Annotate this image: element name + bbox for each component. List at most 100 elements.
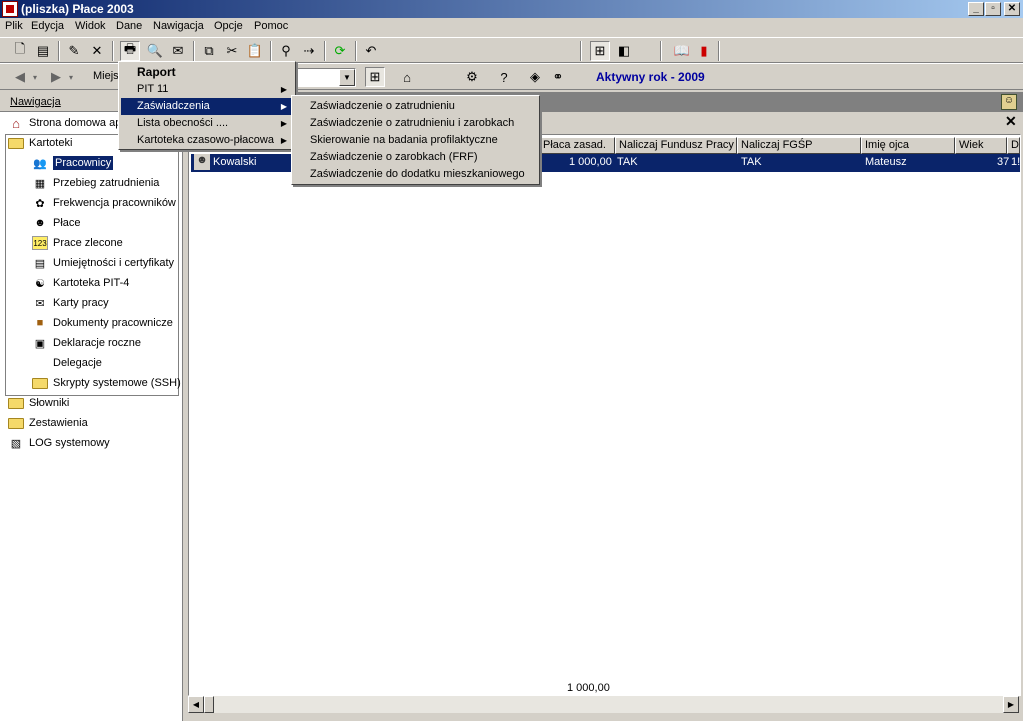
home-icon[interactable]: ⌂	[397, 67, 417, 87]
nav-item-label: Deklaracje roczne	[53, 337, 142, 349]
back-icon[interactable]: ◀	[10, 67, 30, 87]
location-combo[interactable]: ▼	[292, 68, 356, 87]
exit-icon[interactable]: ▮	[694, 41, 714, 61]
certificate-icon: ▤	[34, 257, 46, 270]
column-header[interactable]: Płaca zasad.	[539, 137, 615, 154]
nav-item-zestawienia[interactable]: Zestawienia	[8, 414, 88, 432]
nav-item-slowniki[interactable]: Słowniki	[8, 394, 69, 412]
nav-item-log[interactable]: ▧ LOG systemowy	[8, 434, 110, 452]
scroll-right-icon[interactable]: ▶	[1003, 696, 1019, 713]
print-preview-icon[interactable]: 🔍	[145, 41, 165, 61]
menu-nawigacja[interactable]: Nawigacja	[153, 20, 204, 32]
menu-edycja[interactable]: Edycja	[31, 20, 64, 32]
column-header[interactable]: Wiek	[955, 137, 1007, 154]
link-icon[interactable]: ⚭	[548, 67, 568, 87]
menu-dane[interactable]: Dane	[116, 20, 142, 32]
nav-item-frekwencja[interactable]: ✿ Frekwencja pracowników	[32, 194, 176, 212]
nav-item-kartoteki[interactable]: Kartoteki	[8, 134, 72, 152]
submenu-item-zatrudnienie[interactable]: Zaświadczenie o zatrudnieniu	[294, 98, 537, 115]
cell-fp: TAK	[617, 156, 638, 168]
submenu-item-zatrudnienie-zarobki[interactable]: Zaświadczenie o zatrudnieniu i zarobkach	[294, 115, 537, 132]
panel-icon[interactable]: ◧	[614, 41, 634, 61]
find-icon[interactable]: ⚲	[276, 41, 296, 61]
menu-item-zaswiadczenia[interactable]: Zaświadczenia ▶	[121, 98, 293, 115]
scroll-thumb[interactable]	[204, 696, 214, 713]
declaration-icon: ▣	[34, 337, 46, 350]
nav-item-label: Dokumenty pracownicze	[53, 317, 173, 329]
menu-pomoc[interactable]: Pomoc	[254, 20, 288, 32]
submenu-item-dodatek-mieszkaniowy[interactable]: Zaświadczenie do dodatku mieszkaniowego	[294, 166, 537, 183]
tree-view-icon[interactable]: ⊞	[365, 67, 385, 87]
chevron-down-icon[interactable]: ▼	[339, 69, 355, 86]
column-header[interactable]: Naliczaj FGŚP	[737, 137, 861, 154]
cell-father-name: Mateusz	[865, 156, 907, 168]
nav-item-label: Kartoteka PIT-4	[53, 277, 130, 289]
nav-item-dokumenty[interactable]: ■ Dokumenty pracownicze	[32, 314, 173, 332]
tree-view-icon[interactable]: ⊞	[590, 41, 610, 61]
mail-icon[interactable]: ✉	[168, 41, 188, 61]
copy-icon[interactable]: ⧉	[199, 41, 219, 61]
nav-item-deklaracje[interactable]: ▣ Deklaracje roczne	[32, 334, 141, 352]
print-icon[interactable]: 🖶	[120, 41, 140, 61]
home-icon: ⌂	[12, 115, 20, 131]
forward-dropdown-icon[interactable]: ▾	[66, 67, 76, 87]
close-panel-icon[interactable]: ✕	[1005, 113, 1017, 130]
nav-item-home[interactable]: ⌂ Strona domowa ap	[8, 114, 121, 132]
blank-icon	[32, 356, 48, 370]
cell-salary: 1 000,00	[569, 156, 612, 168]
nav-item-prace-zlecone[interactable]: 123 Prace zlecone	[32, 234, 123, 252]
menu-item-kartoteka-czasowa[interactable]: Kartoteka czasowo-płacowa ▶	[121, 132, 293, 149]
nav-item-skrypty[interactable]: Skrypty systemowe (SSH)	[32, 374, 181, 392]
edit-icon[interactable]: ✎	[64, 41, 84, 61]
column-header[interactable]: Imię ojca	[861, 137, 955, 154]
scroll-left-icon[interactable]: ◀	[188, 696, 204, 713]
forward-icon[interactable]: ▶	[46, 67, 66, 87]
nav-item-label: Słowniki	[29, 397, 70, 409]
column-header[interactable]: Naliczaj Fundusz Pracy	[615, 137, 737, 154]
submenu-item-zarobki-frf[interactable]: Zaświadczenie o zarobkach (FRF)	[294, 149, 537, 166]
properties-icon[interactable]: ▤	[33, 41, 53, 61]
new-document-icon[interactable]: 🗋	[10, 41, 30, 61]
menu-item-pit11[interactable]: PIT 11 ▶	[121, 81, 293, 98]
cut-icon[interactable]: ✂	[222, 41, 242, 61]
find-next-icon[interactable]: ⇢	[299, 41, 319, 61]
main-toolbar: 🗋 ▤ ✎ ✕ 🖶 🔍 ✉ ⧉ ✂ 📋 ⚲ ⇢ ⟳ ↶ ⊞ ◧ 📖 ▮	[0, 37, 1023, 63]
menu-widok[interactable]: Widok	[75, 20, 106, 32]
horizontal-scrollbar[interactable]: ◀ ▶	[188, 696, 1019, 713]
refresh-icon[interactable]: ⟳	[330, 41, 350, 61]
menu-item-lista-obecnosci[interactable]: Lista obecności .... ▶	[121, 115, 293, 132]
toolbar-separator	[58, 41, 60, 61]
nav-item-label: Kartoteki	[29, 137, 73, 149]
nav-item-pracownicy[interactable]: 👥 Pracownicy	[32, 154, 114, 172]
book-icon[interactable]: 📖	[672, 41, 692, 61]
menu-opcje[interactable]: Opcje	[214, 20, 243, 32]
undo-icon[interactable]: ↶	[361, 41, 381, 61]
minimize-button[interactable]: _	[968, 2, 984, 16]
nav-item-place[interactable]: ☻ Płace	[32, 214, 81, 232]
tag-icon[interactable]: ◈	[525, 67, 545, 87]
maximize-button[interactable]: ▫	[985, 2, 1001, 16]
log-icon: ▧	[10, 437, 22, 450]
back-dropdown-icon[interactable]: ▾	[30, 67, 40, 87]
nav-item-label: LOG systemowy	[29, 437, 110, 449]
nav-item-pit4[interactable]: ☯ Kartoteka PIT-4	[32, 274, 129, 292]
delete-icon[interactable]: ✕	[87, 41, 107, 61]
menu-item-raport[interactable]: Raport	[121, 64, 293, 81]
help-icon[interactable]: ?	[494, 67, 514, 87]
zaswiadczenia-submenu: Zaświadczenie o zatrudnieniu Zaświadczen…	[291, 95, 540, 185]
submenu-arrow-icon: ▶	[280, 119, 287, 128]
contract-work-icon: 123	[32, 236, 48, 250]
nav-item-delegacje[interactable]: Delegacje	[32, 354, 102, 372]
nav-item-umiejetnosci[interactable]: ▤ Umiejętności i certyfikaty	[32, 254, 174, 272]
settings-icon[interactable]: ⚙	[462, 67, 482, 87]
nav-item-karty-pracy[interactable]: ✉ Karty pracy	[32, 294, 108, 312]
nav-item-label: Delegacje	[53, 357, 102, 369]
submenu-item-badania[interactable]: Skierowanie na badania profilaktyczne	[294, 132, 537, 149]
nav-item-przebieg[interactable]: ▦ Przebieg zatrudnienia	[32, 174, 160, 192]
menu-plik[interactable]: Plik	[5, 20, 23, 32]
paste-icon[interactable]: 📋	[245, 41, 265, 61]
column-header[interactable]: D	[1007, 137, 1020, 154]
menu-item-label: Lista obecności ....	[137, 117, 229, 129]
close-button[interactable]: ✕	[1004, 2, 1020, 16]
nav-item-label: Płace	[53, 217, 81, 229]
